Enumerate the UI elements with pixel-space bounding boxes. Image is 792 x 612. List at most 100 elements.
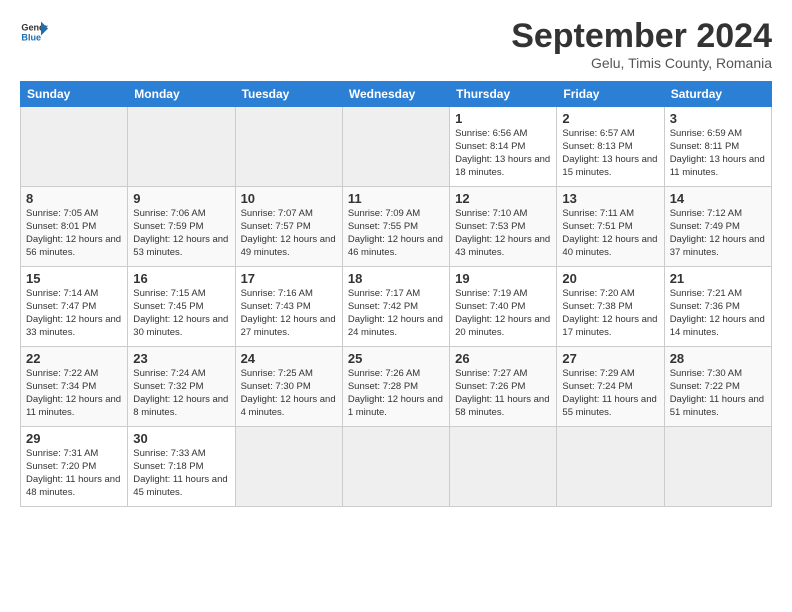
- table-row: 10 Sunrise: 7:07 AMSunset: 7:57 PMDayligh…: [235, 187, 342, 267]
- week-row-0: 1 Sunrise: 6:56 AMSunset: 8:14 PMDaylight…: [21, 107, 772, 187]
- col-thursday: Thursday: [450, 82, 557, 107]
- day-info: Sunrise: 7:29 AMSunset: 7:24 PMDaylight:…: [562, 368, 656, 417]
- day-info: Sunrise: 7:10 AMSunset: 7:53 PMDaylight:…: [455, 208, 550, 257]
- day-number: 14: [670, 191, 766, 206]
- day-number: 18: [348, 271, 444, 286]
- table-row: [235, 427, 342, 507]
- table-row: 8 Sunrise: 7:05 AMSunset: 8:01 PMDaylight…: [21, 187, 128, 267]
- calendar-page: General Blue September 2024 Gelu, Timis …: [0, 0, 792, 612]
- table-row: 24 Sunrise: 7:25 AMSunset: 7:30 PMDayligh…: [235, 347, 342, 427]
- table-row: 25 Sunrise: 7:26 AMSunset: 7:28 PMDayligh…: [342, 347, 449, 427]
- day-info: Sunrise: 6:59 AMSunset: 8:11 PMDaylight:…: [670, 128, 765, 177]
- week-row-4: 29 Sunrise: 7:31 AMSunset: 7:20 PMDayligh…: [21, 427, 772, 507]
- col-monday: Monday: [128, 82, 235, 107]
- table-row: [664, 427, 771, 507]
- day-number: 10: [241, 191, 337, 206]
- table-row: 17 Sunrise: 7:16 AMSunset: 7:43 PMDayligh…: [235, 267, 342, 347]
- title-area: September 2024 Gelu, Timis County, Roman…: [511, 18, 772, 71]
- day-number: 13: [562, 191, 658, 206]
- day-info: Sunrise: 7:19 AMSunset: 7:40 PMDaylight:…: [455, 288, 550, 337]
- day-number: 16: [133, 271, 229, 286]
- day-info: Sunrise: 7:14 AMSunset: 7:47 PMDaylight:…: [26, 288, 121, 337]
- table-row: 29 Sunrise: 7:31 AMSunset: 7:20 PMDayligh…: [21, 427, 128, 507]
- table-row: [342, 107, 449, 187]
- day-info: Sunrise: 7:24 AMSunset: 7:32 PMDaylight:…: [133, 368, 228, 417]
- day-number: 12: [455, 191, 551, 206]
- day-info: Sunrise: 7:25 AMSunset: 7:30 PMDaylight:…: [241, 368, 336, 417]
- day-info: Sunrise: 7:05 AMSunset: 8:01 PMDaylight:…: [26, 208, 121, 257]
- header-area: General Blue September 2024 Gelu, Timis …: [20, 18, 772, 71]
- table-row: 21 Sunrise: 7:21 AMSunset: 7:36 PMDayligh…: [664, 267, 771, 347]
- table-row: [342, 427, 449, 507]
- day-info: Sunrise: 7:09 AMSunset: 7:55 PMDaylight:…: [348, 208, 443, 257]
- col-sunday: Sunday: [21, 82, 128, 107]
- location-subtitle: Gelu, Timis County, Romania: [511, 55, 772, 71]
- day-number: 26: [455, 351, 551, 366]
- day-info: Sunrise: 7:12 AMSunset: 7:49 PMDaylight:…: [670, 208, 765, 257]
- table-row: 30 Sunrise: 7:33 AMSunset: 7:18 PMDayligh…: [128, 427, 235, 507]
- table-row: 9 Sunrise: 7:06 AMSunset: 7:59 PMDaylight…: [128, 187, 235, 267]
- table-row: 19 Sunrise: 7:19 AMSunset: 7:40 PMDayligh…: [450, 267, 557, 347]
- month-title: September 2024: [511, 18, 772, 55]
- day-number: 15: [26, 271, 122, 286]
- day-number: 25: [348, 351, 444, 366]
- day-number: 28: [670, 351, 766, 366]
- day-number: 20: [562, 271, 658, 286]
- table-row: 15 Sunrise: 7:14 AMSunset: 7:47 PMDayligh…: [21, 267, 128, 347]
- table-row: 20 Sunrise: 7:20 AMSunset: 7:38 PMDayligh…: [557, 267, 664, 347]
- table-row: 12 Sunrise: 7:10 AMSunset: 7:53 PMDayligh…: [450, 187, 557, 267]
- day-info: Sunrise: 7:26 AMSunset: 7:28 PMDaylight:…: [348, 368, 443, 417]
- table-row: 18 Sunrise: 7:17 AMSunset: 7:42 PMDayligh…: [342, 267, 449, 347]
- day-number: 8: [26, 191, 122, 206]
- day-number: 30: [133, 431, 229, 446]
- day-info: Sunrise: 7:06 AMSunset: 7:59 PMDaylight:…: [133, 208, 228, 257]
- table-row: [450, 427, 557, 507]
- day-info: Sunrise: 7:17 AMSunset: 7:42 PMDaylight:…: [348, 288, 443, 337]
- day-number: 1: [455, 111, 551, 126]
- week-row-2: 15 Sunrise: 7:14 AMSunset: 7:47 PMDayligh…: [21, 267, 772, 347]
- logo-icon: General Blue: [20, 18, 48, 46]
- day-number: 21: [670, 271, 766, 286]
- day-number: 27: [562, 351, 658, 366]
- table-row: 27 Sunrise: 7:29 AMSunset: 7:24 PMDayligh…: [557, 347, 664, 427]
- table-row: [128, 107, 235, 187]
- table-row: 2 Sunrise: 6:57 AMSunset: 8:13 PMDaylight…: [557, 107, 664, 187]
- table-row: 22Sunrise: 7:22 AMSunset: 7:34 PMDayligh…: [21, 347, 128, 427]
- calendar-table: Sunday Monday Tuesday Wednesday Thursday…: [20, 81, 772, 507]
- day-number: 11: [348, 191, 444, 206]
- day-info: Sunrise: 7:33 AMSunset: 7:18 PMDaylight:…: [133, 448, 227, 497]
- day-info: Sunrise: 7:16 AMSunset: 7:43 PMDaylight:…: [241, 288, 336, 337]
- day-info: Sunrise: 7:11 AMSunset: 7:51 PMDaylight:…: [562, 208, 657, 257]
- day-info: Sunrise: 7:07 AMSunset: 7:57 PMDaylight:…: [241, 208, 336, 257]
- day-number: 19: [455, 271, 551, 286]
- header-row: Sunday Monday Tuesday Wednesday Thursday…: [21, 82, 772, 107]
- day-info: Sunrise: 6:56 AMSunset: 8:14 PMDaylight:…: [455, 128, 550, 177]
- col-tuesday: Tuesday: [235, 82, 342, 107]
- col-wednesday: Wednesday: [342, 82, 449, 107]
- day-number: 24: [241, 351, 337, 366]
- day-number: 22: [26, 351, 122, 366]
- day-info: Sunrise: 7:30 AMSunset: 7:22 PMDaylight:…: [670, 368, 764, 417]
- table-row: 3 Sunrise: 6:59 AMSunset: 8:11 PMDaylight…: [664, 107, 771, 187]
- table-row: [235, 107, 342, 187]
- col-friday: Friday: [557, 82, 664, 107]
- table-row: [557, 427, 664, 507]
- col-saturday: Saturday: [664, 82, 771, 107]
- svg-text:Blue: Blue: [21, 32, 41, 42]
- day-info: Sunrise: 7:27 AMSunset: 7:26 PMDaylight:…: [455, 368, 549, 417]
- day-number: 29: [26, 431, 122, 446]
- day-info: Sunrise: 7:21 AMSunset: 7:36 PMDaylight:…: [670, 288, 765, 337]
- day-number: 9: [133, 191, 229, 206]
- day-info: Sunrise: 6:57 AMSunset: 8:13 PMDaylight:…: [562, 128, 657, 177]
- day-number: 3: [670, 111, 766, 126]
- table-row: 16Sunrise: 7:15 AMSunset: 7:45 PMDayligh…: [128, 267, 235, 347]
- table-row: 28 Sunrise: 7:30 AMSunset: 7:22 PMDayligh…: [664, 347, 771, 427]
- day-number: 17: [241, 271, 337, 286]
- day-info: Sunrise: 7:20 AMSunset: 7:38 PMDaylight:…: [562, 288, 657, 337]
- table-row: 23 Sunrise: 7:24 AMSunset: 7:32 PMDayligh…: [128, 347, 235, 427]
- day-number: 23: [133, 351, 229, 366]
- day-number: 2: [562, 111, 658, 126]
- table-row: [21, 107, 128, 187]
- week-row-3: 22Sunrise: 7:22 AMSunset: 7:34 PMDayligh…: [21, 347, 772, 427]
- day-info: Sunrise: 7:31 AMSunset: 7:20 PMDaylight:…: [26, 448, 120, 497]
